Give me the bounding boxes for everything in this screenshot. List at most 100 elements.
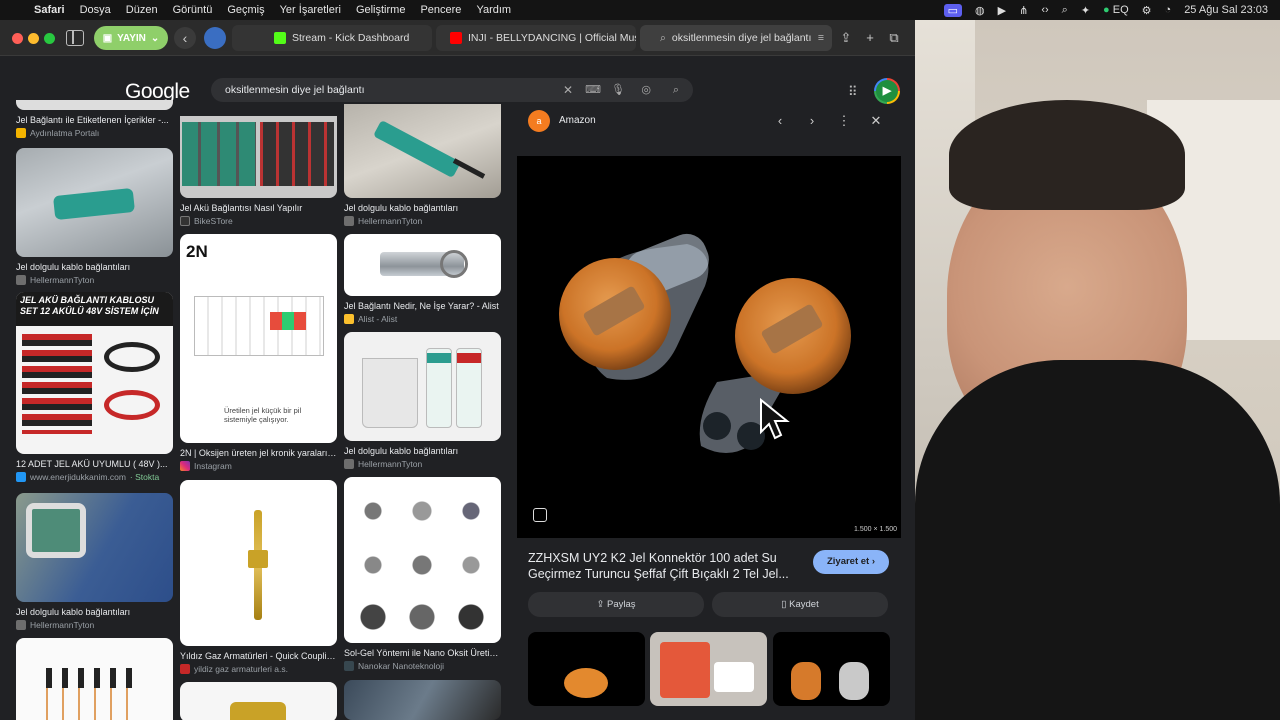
back-button[interactable]: ‹	[174, 27, 196, 49]
result-thumbnail[interactable]	[16, 148, 173, 257]
menu-yer-isaretleri[interactable]: Yer İşaretleri	[280, 4, 341, 16]
result-title[interactable]: Jel Bağlantı Nedir, Ne İşe Yarar? - Alis…	[344, 301, 501, 312]
zoom-window-button[interactable]	[44, 33, 55, 44]
minimize-window-button[interactable]	[28, 33, 39, 44]
favorites-icon[interactable]	[204, 27, 226, 49]
search-icon[interactable]: ⌕	[1062, 4, 1068, 17]
result-source[interactable]: HellermannTyton	[344, 216, 501, 226]
result-thumbnail[interactable]	[344, 104, 501, 198]
profile-button[interactable]: ▣ YAYIN ⌄	[94, 26, 168, 50]
chevron-right-icon[interactable]: ›	[803, 112, 821, 130]
audio-icon[interactable]: ⋔	[1019, 4, 1028, 17]
sidebar-toggle-icon[interactable]	[66, 30, 84, 46]
result-thumbnail[interactable]	[180, 682, 337, 720]
menu-dosya[interactable]: Dosya	[80, 4, 111, 16]
image-result[interactable]: Jel Bağlantı ile Etiketlenen İçerikler -…	[16, 100, 173, 138]
image-result[interactable]: Jel dolgulu kablo bağlantıları Hellerman…	[16, 148, 173, 285]
result-title[interactable]: Jel dolgulu kablo bağlantıları	[344, 446, 501, 457]
result-source[interactable]: Alist - Alist	[344, 314, 501, 324]
image-result[interactable]	[16, 638, 173, 720]
image-result[interactable]: Sol-Gel Yöntemi ile Nano Oksit Üretimi .…	[344, 477, 501, 671]
tab-overview-icon[interactable]: ⧉	[886, 30, 902, 46]
image-result[interactable]: Yıldız Gaz Armatürleri - Quick Couplin..…	[180, 480, 337, 674]
result-source[interactable]: HellermannTyton	[16, 620, 173, 630]
result-thumbnail[interactable]: 2N Üretilen jel küçük bir pil sistemiyle…	[180, 234, 337, 443]
result-thumbnail[interactable]	[16, 493, 173, 602]
menu-pencere[interactable]: Pencere	[420, 4, 461, 16]
sync-icon[interactable]: ◍	[975, 4, 985, 17]
result-thumbnail[interactable]	[16, 638, 173, 720]
tab-google-search[interactable]: ⌕ oksitlenmesin diye jel bağlantı ≡	[640, 25, 832, 51]
result-thumbnail[interactable]	[344, 332, 501, 441]
related-image[interactable]	[650, 632, 767, 706]
result-title[interactable]: Jel dolgulu kablo bağlantıları	[16, 262, 173, 273]
wifi-icon[interactable]: ◔	[1165, 4, 1172, 16]
product-title[interactable]: ZZHXSM UY2 K2 Jel Konnektör 100 adet Su …	[528, 550, 798, 582]
search-input[interactable]: oksitlenmesin diye jel bağlantı ✕ ⌨ 🎙 ◎ …	[211, 78, 693, 102]
image-result[interactable]: Jel Akü Bağlantısı Nasıl Yapılır BikeSTo…	[180, 116, 337, 226]
related-image[interactable]	[773, 632, 890, 706]
image-result[interactable]	[180, 682, 337, 720]
related-image[interactable]	[528, 632, 645, 706]
menu-gecmis[interactable]: Geçmiş	[227, 4, 264, 16]
share-icon[interactable]: ⇪	[838, 30, 854, 46]
play-icon[interactable]: ▶	[998, 4, 1006, 17]
menu-duzen[interactable]: Düzen	[126, 4, 158, 16]
image-result[interactable]: JEL AKÜ BAĞLANTI KABLOSU SET 12 AKÜLÜ 48…	[16, 292, 173, 482]
tab-kick[interactable]: Stream - Kick Dashboard	[232, 25, 432, 51]
close-icon[interactable]: ✕	[867, 112, 885, 130]
image-result[interactable]: Jel Bağlantı Nedir, Ne İşe Yarar? - Alis…	[344, 234, 501, 324]
result-title[interactable]: Jel Bağlantı ile Etiketlenen İçerikler -…	[16, 115, 173, 126]
result-thumbnail[interactable]	[180, 116, 337, 198]
eq-indicator[interactable]: ● EQ	[1103, 4, 1129, 16]
result-thumbnail[interactable]	[180, 480, 337, 646]
result-title[interactable]: Jel dolgulu kablo bağlantıları	[16, 607, 173, 618]
menu-gelistirme[interactable]: Geliştirme	[356, 4, 406, 16]
result-source[interactable]: Aydınlatma Portalı	[16, 128, 173, 138]
result-source[interactable]: BikeSTore	[180, 216, 337, 226]
result-source[interactable]: www.enerjidukkanim.com · Stokta	[16, 472, 173, 482]
save-button[interactable]: ▯ Kaydet	[712, 592, 888, 617]
result-title[interactable]: 12 ADET JEL AKÜ UYUMLU ( 48V )...	[16, 459, 173, 470]
search-icon[interactable]: ⌕	[673, 78, 679, 102]
camera-search-icon[interactable]: ◎	[641, 78, 651, 102]
close-window-button[interactable]	[12, 33, 23, 44]
apps-grid-icon[interactable]: ⠿	[848, 84, 858, 100]
image-result[interactable]: Jel dolgulu kablo bağlantıları Hellerman…	[344, 104, 501, 226]
result-thumbnail[interactable]	[344, 680, 501, 720]
panel-source[interactable]: Amazon	[559, 115, 596, 126]
control-center-icon[interactable]: ⚙	[1142, 4, 1152, 17]
result-title[interactable]: Sol-Gel Yöntemi ile Nano Oksit Üretimi .…	[344, 648, 501, 659]
more-options-icon[interactable]: ⋮	[835, 112, 853, 130]
tab-youtube[interactable]: INJI - BELLYDANCING | Official Music...	[436, 25, 636, 51]
image-result[interactable]: 2N Üretilen jel küçük bir pil sistemiyle…	[180, 234, 337, 471]
code-icon[interactable]: ‹›	[1041, 4, 1048, 16]
amazon-icon[interactable]: a	[528, 110, 550, 132]
clear-icon[interactable]: ✕	[563, 78, 573, 102]
result-source[interactable]: HellermannTyton	[344, 459, 501, 469]
reader-icon[interactable]: ≡	[818, 32, 824, 44]
result-thumbnail[interactable]	[344, 477, 501, 643]
result-thumbnail[interactable]	[16, 100, 173, 110]
result-source[interactable]: HellermannTyton	[16, 275, 173, 285]
image-result[interactable]: Jel dolgulu kablo bağlantıları Hellerman…	[344, 332, 501, 469]
result-source[interactable]: Instagram	[180, 461, 337, 471]
result-source[interactable]: yildiz gaz armaturleri a.s.	[180, 664, 337, 674]
avatar[interactable]: ▶	[874, 78, 900, 104]
new-tab-icon[interactable]: +	[862, 30, 878, 46]
result-title[interactable]: 2N | Oksijen üreten jel kronik yaraların…	[180, 448, 337, 459]
image-result[interactable]: Jel dolgulu kablo bağlantıları Hellerman…	[16, 493, 173, 630]
preview-image[interactable]: 1.500 × 1.500	[517, 156, 901, 538]
visit-button[interactable]: Ziyaret et ›	[813, 550, 889, 574]
menu-goruntu[interactable]: Görüntü	[173, 4, 213, 16]
screen-record-icon[interactable]: ▭	[943, 3, 963, 17]
image-result[interactable]	[344, 680, 501, 720]
chevron-left-icon[interactable]: ‹	[771, 112, 789, 130]
menu-safari[interactable]: Safari	[34, 4, 65, 16]
result-title[interactable]: Jel dolgulu kablo bağlantıları	[344, 203, 501, 214]
result-thumbnail[interactable]: JEL AKÜ BAĞLANTI KABLOSU SET 12 AKÜLÜ 48…	[16, 292, 173, 454]
share-button[interactable]: ⇪ Paylaş	[528, 592, 704, 617]
sparkle-icon[interactable]: ✦	[1081, 4, 1090, 17]
result-title[interactable]: Yıldız Gaz Armatürleri - Quick Couplin..…	[180, 651, 337, 662]
lens-search-icon[interactable]	[533, 508, 547, 522]
